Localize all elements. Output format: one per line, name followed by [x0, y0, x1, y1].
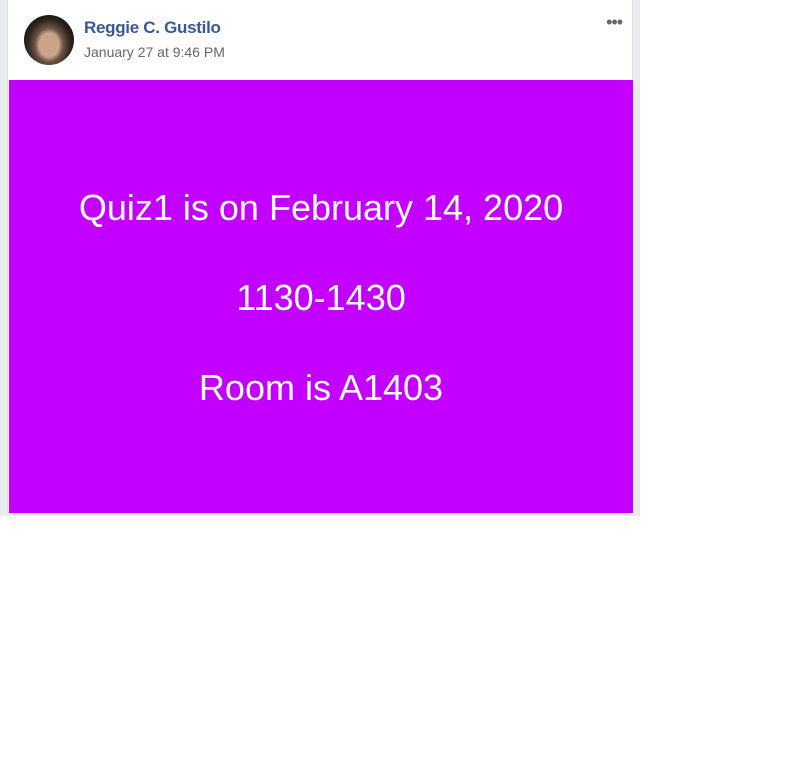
ellipsis-icon[interactable]: •••	[606, 12, 623, 32]
post-image[interactable]: Quiz1 is on February 14, 2020 1130-1430 …	[9, 80, 633, 513]
author-name-link[interactable]: Reggie C. Gustilo	[84, 18, 221, 38]
post-card: Reggie C. Gustilo January 27 at 9:46 PM …	[7, 0, 633, 514]
image-text-line: 1130-1430	[236, 277, 406, 318]
image-text-line: Quiz1 is on February 14, 2020	[78, 187, 564, 228]
post-timestamp[interactable]: January 27 at 9:46 PM	[84, 44, 225, 60]
image-text-line: Room is A1403	[198, 367, 444, 408]
avatar[interactable]	[24, 15, 74, 65]
